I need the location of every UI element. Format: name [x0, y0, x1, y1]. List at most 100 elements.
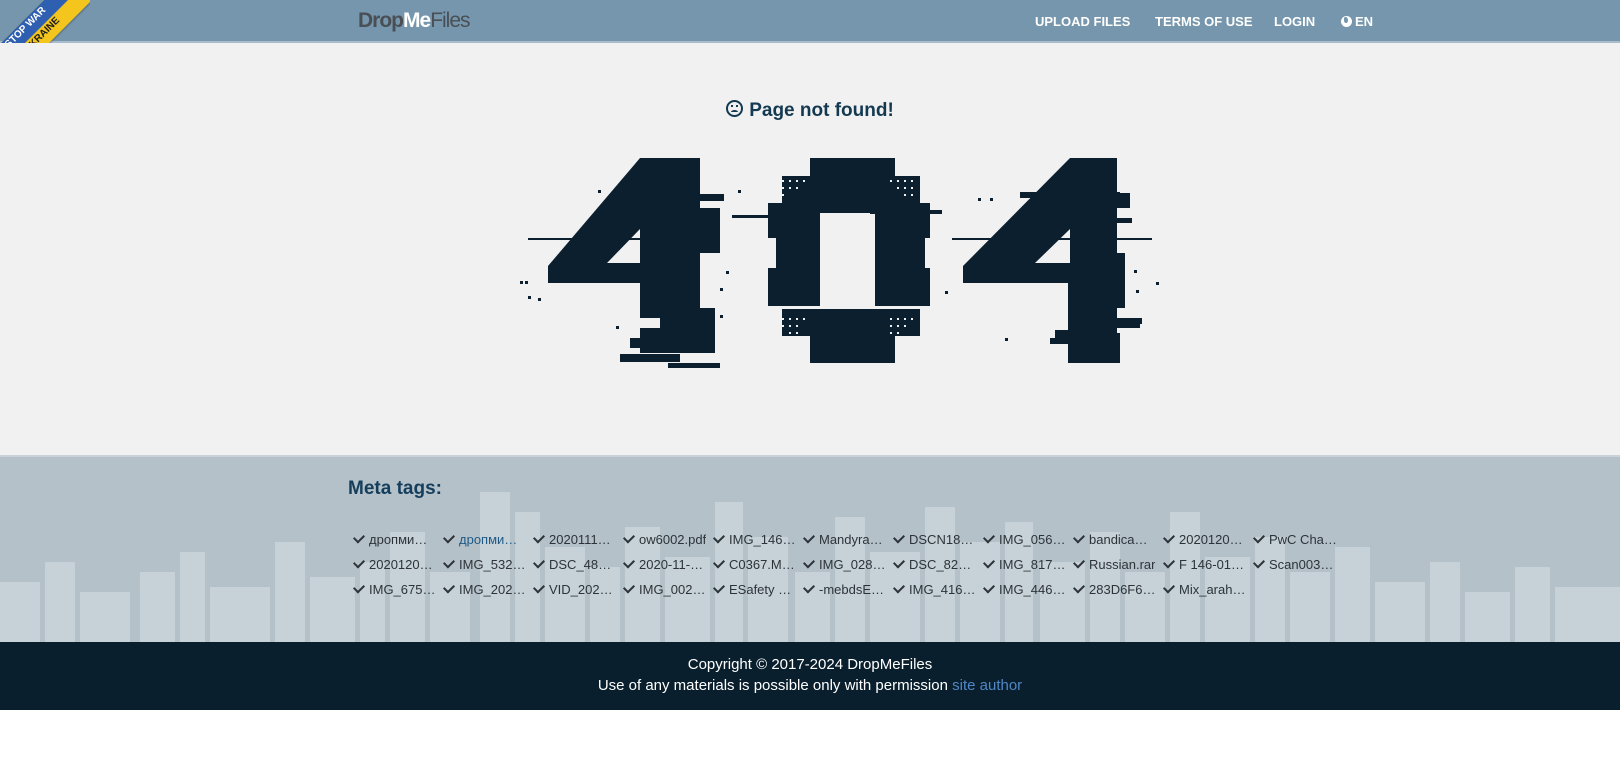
check-icon [622, 531, 636, 544]
meta-tag-label: -mebdsE… [819, 582, 885, 597]
pixel-dot [978, 198, 981, 201]
sad-face-icon [726, 100, 744, 117]
meta-tag-link[interactable]: PwC Cha… [1252, 531, 1340, 548]
meta-tag-label: IMG_002… [639, 582, 706, 597]
nav-upload-files[interactable]: UPLOAD FILES [1035, 14, 1130, 29]
check-icon [442, 581, 456, 594]
meta-tag-link[interactable]: Mix_arah… [1162, 581, 1250, 598]
meta-tag-label: 283D6F6… [1089, 582, 1156, 597]
meta-tag-link[interactable]: IMG_056… [982, 531, 1070, 548]
meta-tag-label: 2020120… [369, 557, 433, 572]
glitch-line [1050, 338, 1110, 344]
nav-login[interactable]: LOGIN [1274, 14, 1315, 29]
meta-tag-label: ow6002.pdf [639, 532, 707, 547]
check-icon [532, 581, 546, 594]
meta-tag-link[interactable]: DSC_82… [892, 556, 980, 573]
meta-tag-link[interactable]: IMG_202… [442, 581, 530, 598]
pixel-dot [538, 298, 541, 301]
check-icon [1072, 581, 1086, 594]
meta-tag-link[interactable]: Mandyra… [802, 531, 890, 548]
pixel-dot [720, 315, 723, 318]
meta-tag-link[interactable]: -mebdsE… [802, 581, 890, 598]
meta-tag-label: дропми… [459, 532, 518, 547]
pixel-dot [720, 288, 723, 291]
meta-tag-label: IMG_028… [819, 557, 886, 572]
meta-tag-link[interactable]: IMG_028… [802, 556, 890, 573]
glitch-line [870, 210, 942, 214]
meta-tag-link[interactable]: IMG_146… [712, 531, 800, 548]
error-404-graphic [520, 158, 1159, 368]
language-label: EN [1355, 14, 1374, 29]
check-icon [1252, 556, 1266, 569]
meta-tag-label: Russian.rar [1089, 557, 1156, 572]
site-footer: Copyright © 2017-2024 DropMeFiles Use of… [0, 642, 1620, 710]
site-logo[interactable]: DropMeFiles [358, 9, 471, 33]
meta-tag-link[interactable]: DSCN18… [892, 531, 980, 548]
meta-tag-link[interactable]: IMG_446… [982, 581, 1070, 598]
meta-tag-label: VID_202… [549, 582, 613, 597]
glitch-line [952, 238, 1152, 240]
meta-tag-link[interactable]: Scan003… [1252, 556, 1340, 573]
meta-tag-link[interactable]: дропми… [442, 531, 530, 548]
check-icon [982, 531, 996, 544]
meta-tag-link[interactable]: 2020120… [352, 556, 440, 573]
meta-tag-link[interactable]: IMG_416… [892, 581, 980, 598]
meta-tag-label: Mix_arah… [1179, 582, 1246, 597]
pixel-dot [1005, 338, 1008, 341]
check-icon [982, 581, 996, 594]
meta-tag-label: 2020111… [549, 532, 611, 547]
check-icon [712, 581, 726, 594]
meta-tag-label: Mandyra… [819, 532, 883, 547]
nav-terms-of-use[interactable]: TERMS OF USE [1155, 14, 1253, 29]
meta-tag-label: IMG_416… [909, 582, 976, 597]
pixel-dot [598, 190, 601, 193]
language-selector[interactable]: EN [1341, 14, 1373, 29]
meta-tag-label: C0367.MP4 [729, 557, 797, 572]
meta-tag-link[interactable]: C0367.MP4 [712, 556, 800, 573]
meta-tag-link[interactable]: IMG_002… [622, 581, 710, 598]
meta-tag-link[interactable]: IMG_675… [352, 581, 440, 598]
meta-tags-title: Meta tags: [348, 478, 442, 499]
meta-tag-link[interactable]: ow6002.pdf [622, 531, 710, 548]
meta-tag-link[interactable]: 2020120… [1162, 531, 1250, 548]
meta-tag-link[interactable]: 2020-11-… [622, 556, 710, 573]
meta-tag-label: DSC_48… [549, 557, 612, 572]
check-icon [532, 556, 546, 569]
meta-tag-link[interactable]: IMG_817… [982, 556, 1070, 573]
meta-tag-label: IMG_532… [459, 557, 526, 572]
meta-tag-link[interactable]: Russian.rar [1072, 556, 1160, 573]
meta-tag-label: IMG_446… [999, 582, 1066, 597]
check-icon [1162, 581, 1176, 594]
meta-tag-link[interactable]: ESafety … [712, 581, 800, 598]
meta-tag-link[interactable]: F 146-01… [1162, 556, 1250, 573]
meta-tag-label: IMG_056… [999, 532, 1066, 547]
meta-tag-link[interactable]: DSC_48… [532, 556, 620, 573]
meta-tag-link[interactable]: bandica… [1072, 531, 1160, 548]
permission-text: Use of any materials is possible only wi… [597, 677, 948, 694]
check-icon [532, 531, 546, 544]
glitch-line [630, 338, 690, 348]
main-content: Page not found! [0, 43, 1620, 455]
check-icon [802, 581, 816, 594]
check-icon [712, 531, 726, 544]
site-author-link[interactable]: site author [952, 677, 1022, 694]
logo-part-files: Files [430, 9, 470, 32]
pixel-dot [1156, 282, 1159, 285]
meta-tag-label: IMG_202… [459, 582, 526, 597]
meta-tags-section: Meta tags: дропми… дропми… 2020111… ow6002.… [0, 455, 1620, 642]
meta-tag-link[interactable]: IMG_532… [442, 556, 530, 573]
meta-tag-link[interactable]: VID_202… [532, 581, 620, 598]
check-icon [712, 556, 726, 569]
meta-tag-link[interactable]: 283D6F6… [1072, 581, 1160, 598]
check-icon [1252, 531, 1266, 544]
meta-tag-label: bandica… [1089, 532, 1148, 547]
permission-notice: Use of any materials is possible only wi… [0, 677, 1620, 694]
check-icon [622, 581, 636, 594]
pixel-dot [528, 296, 531, 299]
check-icon [352, 556, 366, 569]
meta-tag-label: Scan003… [1269, 557, 1334, 572]
meta-tag-link[interactable]: дропми… [352, 531, 440, 548]
glitch-gap [756, 306, 932, 309]
meta-tag-label: 2020-11-… [639, 557, 704, 572]
meta-tag-link[interactable]: 2020111… [532, 531, 620, 548]
